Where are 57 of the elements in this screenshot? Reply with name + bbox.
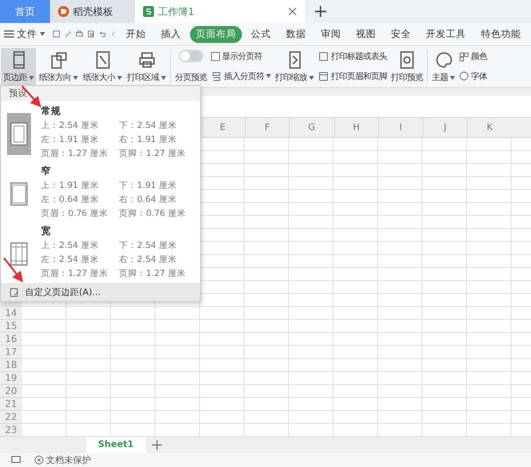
colors-button[interactable]: 颜色 — [459, 51, 487, 62]
margin-preset[interactable]: 窄 上：1.91 厘米 下：1.91 厘米 左：0.64 厘米 右：0.64 厘米 页眉：0.76 厘米 页脚：0.76 厘米 — [1, 161, 200, 221]
sheet-tab[interactable]: Sheet1 — [86, 437, 146, 453]
caret-icon — [40, 32, 45, 36]
margin-preset[interactable]: 宽 上：2.54 厘米 下：2.54 厘米 左：2.54 厘米 右：2.54 厘米 页眉：1.27 厘米 页脚：1.27 厘米 — [1, 221, 200, 281]
ribbon-button[interactable]: 纸张大小 — [81, 48, 124, 85]
palette-icon — [434, 50, 454, 70]
custom-margins-item[interactable]: 自定义页边距(A)... — [1, 283, 200, 301]
document-tab[interactable]: 稻壳模板 — [50, 0, 135, 23]
protection-status[interactable]: 文档未保护 — [34, 454, 91, 466]
printer-icon — [136, 50, 156, 70]
column-header[interactable]: J — [422, 118, 467, 137]
ribbon-button[interactable]: 纸张方向 — [37, 48, 80, 85]
column-header[interactable]: G — [289, 118, 334, 137]
ribbon-tab[interactable]: 视图 — [350, 26, 382, 42]
page-break-icon — [211, 70, 222, 82]
print-scale-button[interactable]: 打印缩放 — [273, 48, 316, 85]
print-preview-button[interactable]: 打印预览 — [389, 48, 425, 85]
document-tab[interactable]: 工作簿1 — [135, 0, 305, 23]
column-header[interactable]: H — [334, 118, 378, 137]
print-titles-button[interactable]: 打印标题或表头 — [318, 51, 387, 62]
grid-icon — [459, 52, 469, 62]
spreadsheet-icon — [143, 6, 154, 17]
fonts-button[interactable]: 字体 — [459, 70, 487, 82]
insert-page-break-button[interactable]: 插入分页符 — [211, 70, 271, 82]
toggle-switch[interactable] — [179, 50, 203, 62]
edit-page-icon — [9, 286, 20, 298]
ribbon-tab[interactable]: 安全 — [385, 26, 418, 42]
ribbon-tab[interactable]: 数据 — [280, 26, 312, 42]
ribbon-button[interactable]: 页边距 — [1, 48, 36, 85]
plus-icon[interactable] — [152, 440, 162, 450]
margin-preset[interactable]: 常规 上：2.54 厘米 下：2.54 厘米 左：1.91 厘米 右：1.91 厘米 页眉：1.27 厘米 页脚：1.27 厘米 — [1, 101, 200, 161]
show-page-breaks-checkbox[interactable]: 显示分页符 — [211, 51, 271, 62]
file-menu[interactable]: 文件 — [4, 28, 49, 40]
logo-icon — [58, 6, 69, 17]
print-header-footer-button[interactable]: 打印页眉和页脚 — [318, 70, 387, 82]
ribbon-tab[interactable]: 开发工具 — [420, 26, 472, 42]
column-header[interactable]: F — [244, 118, 289, 137]
plus-icon[interactable] — [314, 6, 326, 17]
theme-button[interactable]: 主题 — [430, 48, 457, 85]
ribbon-tab[interactable]: 特色功能 — [475, 26, 528, 42]
ribbon-tab[interactable]: 插入 — [155, 26, 188, 42]
x-circle-icon — [34, 455, 44, 465]
ribbon-tab[interactable]: 开始 — [120, 26, 152, 42]
section-heading: 预设 — [1, 86, 200, 101]
checkbox-icon[interactable] — [211, 52, 220, 62]
menu-icon — [4, 30, 14, 38]
ribbon-tab[interactable]: 审阅 — [315, 26, 348, 42]
column-header[interactable]: I — [378, 118, 422, 137]
column-header[interactable]: K — [467, 118, 512, 137]
ribbon-tab[interactable]: 公式 — [245, 26, 278, 42]
print-preview-icon — [86, 28, 96, 40]
ribbon-button[interactable]: 打印区域 — [125, 48, 168, 85]
page-break-preview-button[interactable]: 分页预览 — [173, 48, 209, 85]
arrow-drawing — [3, 257, 24, 282]
pages-rotate-icon — [48, 50, 68, 70]
close-icon[interactable] — [288, 7, 297, 16]
